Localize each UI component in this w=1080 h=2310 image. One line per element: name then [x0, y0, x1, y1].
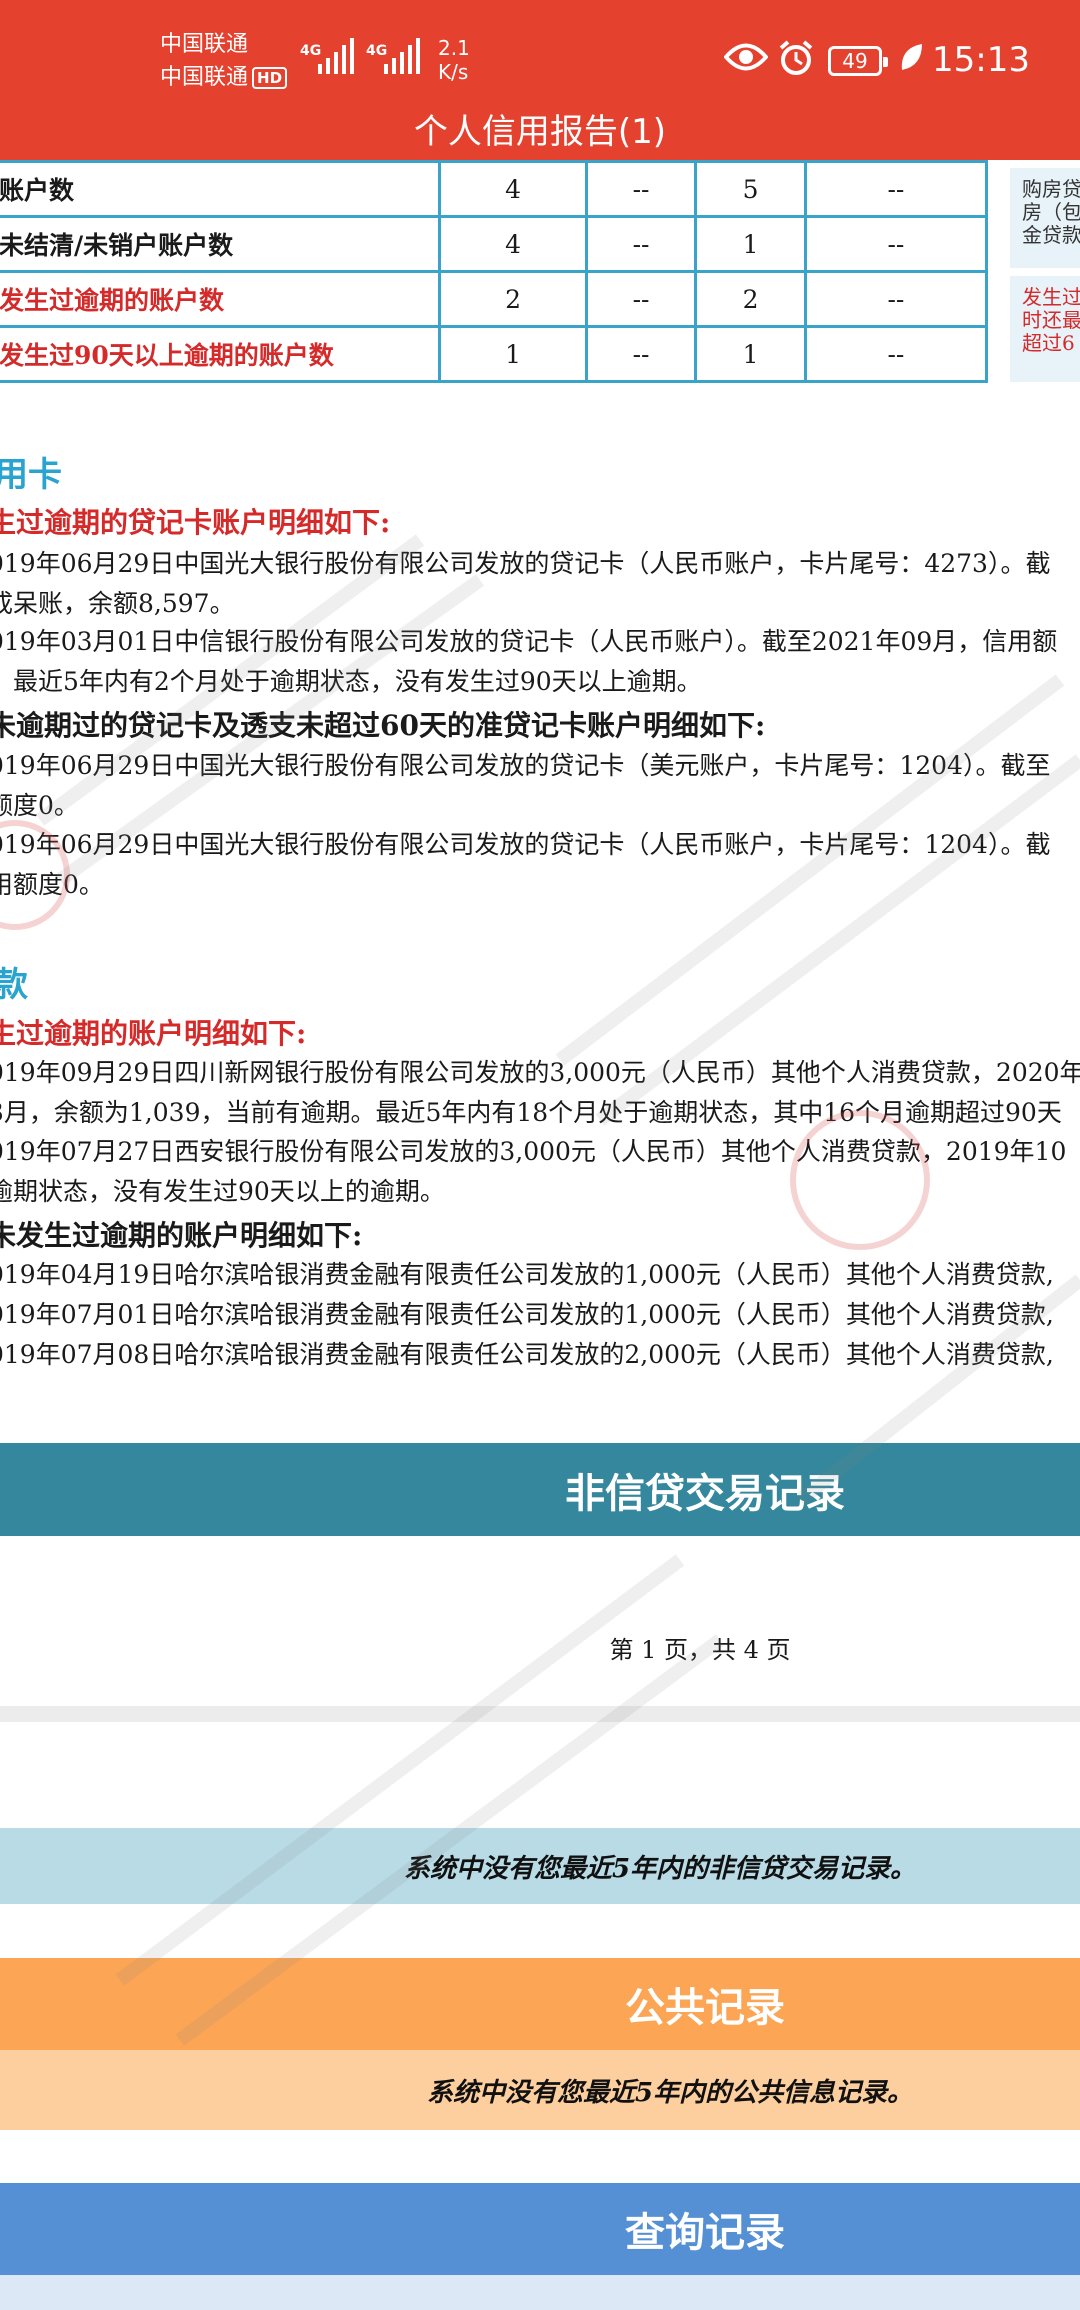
subtitle-normal-cards: 未逾期过的贷记卡及透支未超过60天的准贷记卡账户明细如下: — [0, 709, 766, 742]
page-indicator: 第 1 页，共 4 页 — [609, 1636, 791, 1664]
account-summary-table: 账户数 4 -- 5 -- 未结清/未销户账户数 4 -- 1 -- 发生过逾期… — [0, 160, 989, 383]
public-records-note: 系统中没有您最近5年内的公共信息记录。 — [0, 2050, 1080, 2130]
carrier-info: 中国联通 中国联通 HD — [160, 28, 288, 94]
banner-non-credit-records: 非信贷交易记录 — [0, 1443, 1080, 1536]
side-note-overdue: 发生过 时还最 超过6 — [1010, 276, 1080, 382]
table-row: 账户数 4 -- 5 -- — [0, 160, 989, 218]
carrier-2: 中国联通 — [160, 65, 249, 90]
banner-public-records: 公共记录 — [0, 1958, 1080, 2050]
list-item: 019年06月29日中国光大银行股份有限公司发放的贷记卡（人民币账户，卡片尾号：… — [0, 549, 1051, 618]
clock: 15:13 — [932, 40, 1030, 80]
battery-icon: 49 — [828, 46, 888, 76]
carrier-1: 中国联通 — [160, 32, 249, 57]
list-item: 019年03月01日中信银行股份有限公司发放的贷记卡（人民币账户）。截至2021… — [0, 627, 1058, 696]
query-records-area — [0, 2275, 1080, 2310]
table-row: 发生过90天以上逾期的账户数 1 -- 1 -- — [0, 325, 989, 383]
list-item: 019年06月29日中国光大银行股份有限公司发放的贷记卡（美元账户，卡片尾号：1… — [0, 751, 1051, 820]
table-row: 未结清/未销户账户数 4 -- 1 -- — [0, 215, 989, 273]
section-title-credit-card: 用卡 — [0, 455, 62, 495]
eye-icon — [724, 43, 768, 71]
subtitle-overdue-cards: 生过逾期的贷记卡账户明细如下: — [0, 506, 391, 539]
hd-badge: HD — [252, 67, 288, 89]
list-item: 019年07月27日西安银行股份有限公司发放的3,000元（人民币）其他个人消费… — [0, 1137, 1067, 1206]
list-item: 019年09月29日四川新网银行股份有限公司发放的3,000元（人民币）其他个人… — [0, 1058, 1080, 1127]
alarm-icon — [779, 40, 813, 75]
net-speed: 2.1 K/s — [438, 36, 470, 84]
section-title-loan: 款 — [0, 965, 28, 1005]
non-credit-note: 系统中没有您最近5年内的非信贷交易记录。 — [0, 1828, 1080, 1904]
subtitle-overdue-loans: 生过逾期的账户明细如下: — [0, 1017, 307, 1050]
list-item: 019年06月29日中国光大银行股份有限公司发放的贷记卡（人民币账户，卡片尾号：… — [0, 830, 1051, 899]
page-separator — [0, 1706, 1080, 1722]
banner-query-records: 查询记录 — [0, 2183, 1080, 2275]
top-bar: 中国联通 中国联通 HD 4G 4G 2.1 K/s 49 15:13 个人信用报… — [0, 0, 1080, 160]
list-item: 019年04月19日哈尔滨哈银消费金融有限责任公司发放的1,000元（人民币）其… — [0, 1260, 1054, 1369]
leaf-icon — [901, 44, 922, 70]
side-note-housing-loan: 购房贷 房（包 金贷款 — [1010, 168, 1080, 268]
page-title: 个人信用报告(1) — [413, 112, 667, 152]
subtitle-normal-loans: 未发生过逾期的账户明细如下: — [0, 1219, 363, 1252]
table-row: 发生过逾期的账户数 2 -- 2 -- — [0, 270, 989, 328]
